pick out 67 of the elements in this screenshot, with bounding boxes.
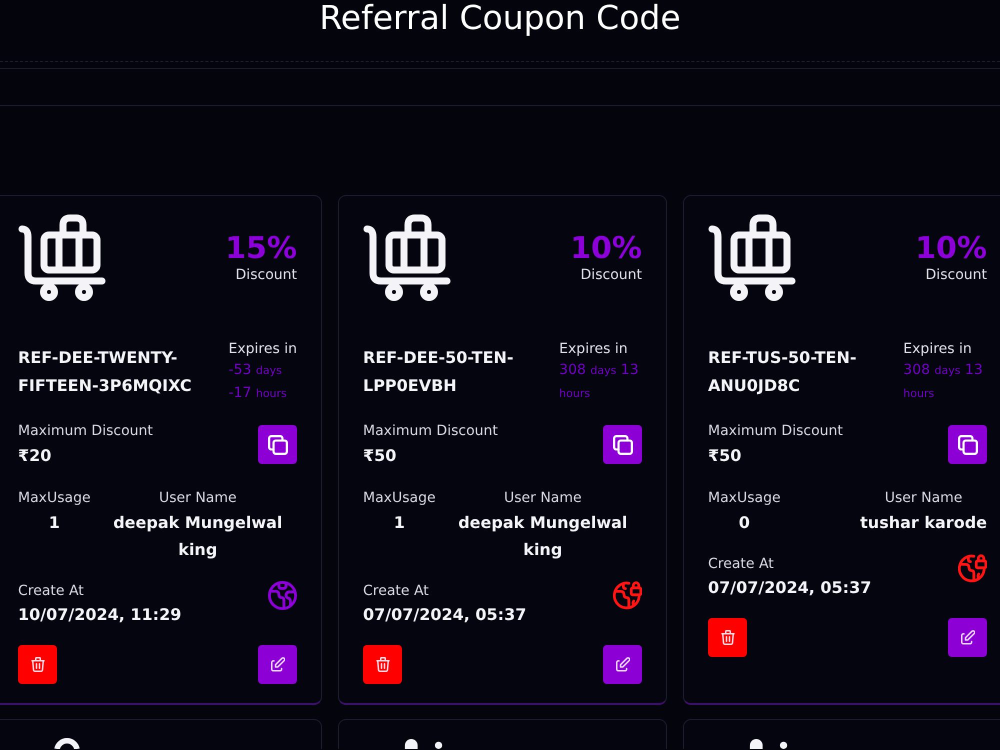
globe-lock-icon[interactable] bbox=[958, 554, 987, 583]
copy-icon bbox=[958, 434, 978, 454]
globe-lock-icon[interactable] bbox=[613, 581, 642, 610]
edit-icon bbox=[270, 657, 284, 672]
expires-label: Expires in bbox=[903, 340, 973, 359]
trash-icon bbox=[376, 657, 390, 672]
user-name-value: tushar karode bbox=[860, 512, 987, 534]
max-usage-value: 0 bbox=[738, 512, 751, 534]
discount-label: Discount bbox=[580, 266, 642, 284]
pill-and-dot-icon bbox=[403, 739, 445, 749]
page-title: Referral Coupon Code bbox=[318, 0, 682, 36]
created-at-value: 07/07/2024, 05:37 bbox=[708, 577, 872, 599]
pill-and-dot-icon bbox=[748, 739, 790, 749]
max-usage-label: MaxUsage bbox=[18, 489, 91, 508]
edit-button[interactable] bbox=[603, 645, 642, 684]
max-usage-label: MaxUsage bbox=[363, 489, 436, 508]
copy-button[interactable] bbox=[603, 425, 642, 464]
expiry-countdown: 308 days 13 hours bbox=[903, 361, 984, 402]
copy-icon bbox=[268, 434, 288, 454]
ring-icon bbox=[52, 737, 82, 749]
created-at-label: Create At bbox=[18, 582, 85, 601]
user-name-label: User Name bbox=[884, 489, 964, 508]
expires-label: Expires in bbox=[228, 340, 297, 359]
delete-button[interactable] bbox=[708, 618, 747, 657]
max-discount-label: Maximum Discount bbox=[18, 422, 153, 441]
discount-percent: 15% bbox=[225, 232, 297, 266]
luggage-cart-icon bbox=[708, 214, 796, 302]
created-at-value: 10/07/2024, 11:29 bbox=[18, 604, 182, 626]
discount-percent: 10% bbox=[915, 232, 987, 266]
copy-button[interactable] bbox=[948, 425, 987, 464]
user-name-value: deepak Mungelwal king bbox=[112, 512, 284, 561]
copy-icon bbox=[612, 434, 632, 454]
max-discount-value: ₹50 bbox=[363, 445, 398, 467]
created-at-label: Create At bbox=[708, 555, 775, 574]
max-discount-label: Maximum Discount bbox=[708, 422, 843, 441]
expires-label: Expires in bbox=[559, 340, 629, 359]
delete-button[interactable] bbox=[363, 645, 402, 684]
user-name-value: deepak Mungelwal king bbox=[457, 512, 628, 561]
edit-icon bbox=[960, 630, 974, 645]
max-usage-value: 1 bbox=[48, 512, 61, 534]
user-name-label: User Name bbox=[158, 489, 238, 508]
globe-icon[interactable] bbox=[268, 581, 297, 610]
max-usage-value: 1 bbox=[392, 512, 406, 534]
created-at-label: Create At bbox=[363, 582, 430, 601]
luggage-cart-icon bbox=[18, 214, 106, 302]
max-discount-label: Maximum Discount bbox=[363, 422, 498, 441]
edit-button[interactable] bbox=[258, 645, 297, 684]
copy-button[interactable] bbox=[258, 425, 297, 464]
discount-label: Discount bbox=[924, 266, 987, 284]
delete-button[interactable] bbox=[18, 645, 57, 684]
expiry-countdown: -53 days -17 hours bbox=[228, 361, 288, 403]
edit-icon bbox=[616, 657, 630, 672]
coupon-code: REF-TUS-50-TEN-ANU0JD8C bbox=[708, 347, 858, 397]
coupon-code: REF-DEE-50-TEN-LPP0EVBH bbox=[363, 347, 515, 397]
max-discount-value: ₹20 bbox=[18, 445, 52, 467]
max-discount-value: ₹50 bbox=[708, 445, 742, 467]
created-at-value: 07/07/2024, 05:37 bbox=[363, 604, 526, 626]
max-usage-label: MaxUsage bbox=[708, 489, 781, 508]
expiry-countdown: 308 days 13 hours bbox=[559, 361, 640, 402]
discount-label: Discount bbox=[234, 266, 297, 284]
trash-icon bbox=[30, 657, 44, 672]
discount-percent: 10% bbox=[570, 232, 642, 266]
coupon-code: REF-DEE-TWENTY-FIFTEEN-3P6MQIXC bbox=[18, 347, 193, 397]
luggage-cart-icon bbox=[363, 214, 451, 302]
edit-button[interactable] bbox=[948, 618, 987, 657]
user-name-label: User Name bbox=[502, 489, 583, 508]
trash-icon bbox=[720, 630, 734, 645]
